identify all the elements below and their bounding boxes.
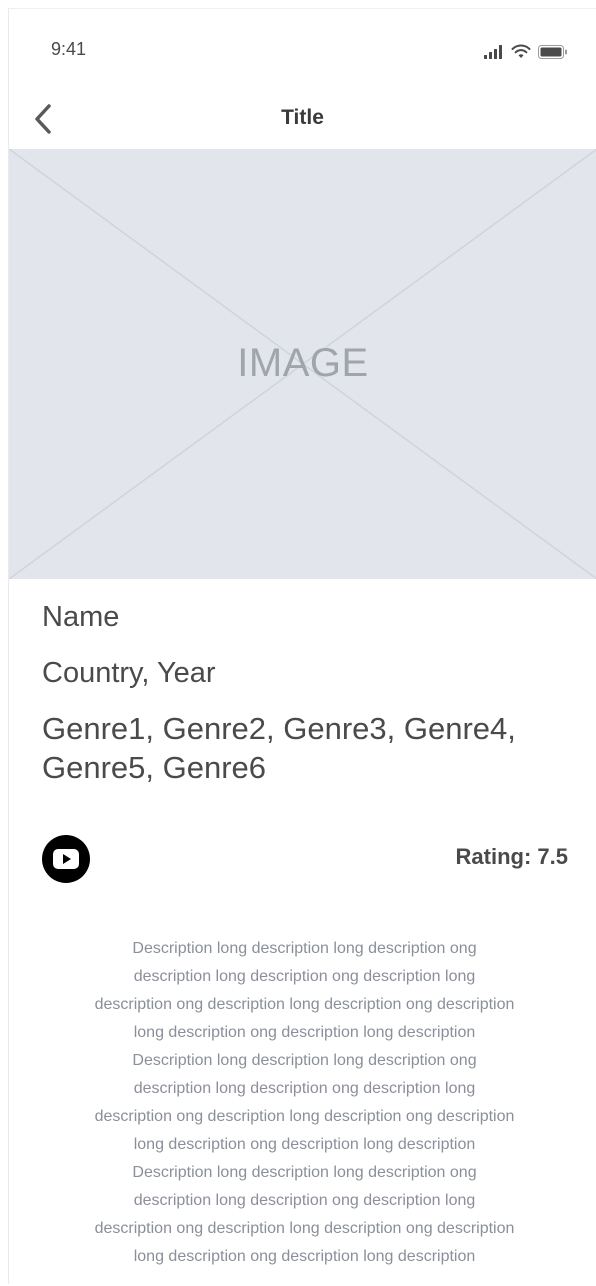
wifi-icon [511,44,531,58]
description-line: description ong description long descrip… [94,1108,515,1125]
genres-line: Genre1, Genre2, Genre3, Genre4, [42,711,516,746]
action-row: Rating: 7.5 [41,834,576,884]
description-line: long description ong description long de… [133,1248,476,1265]
description-line: description ong description long descrip… [94,1220,515,1237]
cellular-signal-icon [484,45,502,59]
status-time: 9:41 [51,39,87,59]
status-icons [484,39,568,59]
description-line: description long description ong descrip… [133,968,476,985]
details-section: Name Country, Year Genre1, Genre2, Genre… [42,597,576,787]
image-label: IMAGE [237,341,369,385]
genres-line: Genre5, Genre6 [42,750,267,785]
description-line: long description ong description long de… [133,1136,476,1153]
battery-icon [538,45,567,59]
page-title: Title [281,106,324,129]
genres: Genre1, Genre2, Genre3, Genre4, Genre5, … [42,709,576,787]
description-line: Description long description long descri… [132,1052,477,1069]
status-bar: 9:41 [9,9,596,89]
country-year: Country, Year [42,657,216,689]
image-placeholder: IMAGE [9,149,596,579]
description-line: description long description ong descrip… [133,1192,476,1209]
description-line: Description long description long descri… [132,940,477,957]
navigation-bar: Title [9,89,596,149]
description-line: Description long description long descri… [132,1164,477,1181]
rating: Rating: 7.5 [455,844,568,869]
description: Description long description long descri… [31,935,578,1271]
description-line: description ong description long descrip… [94,996,515,1013]
item-name: Name [42,601,120,633]
description-line: description long description ong descrip… [133,1080,476,1097]
phone-screen: 9:41 Title IMAGE Name Country, Year Genr… [8,8,596,1284]
description-line: long description ong description long de… [133,1024,476,1041]
youtube-play-icon[interactable] [41,834,91,884]
